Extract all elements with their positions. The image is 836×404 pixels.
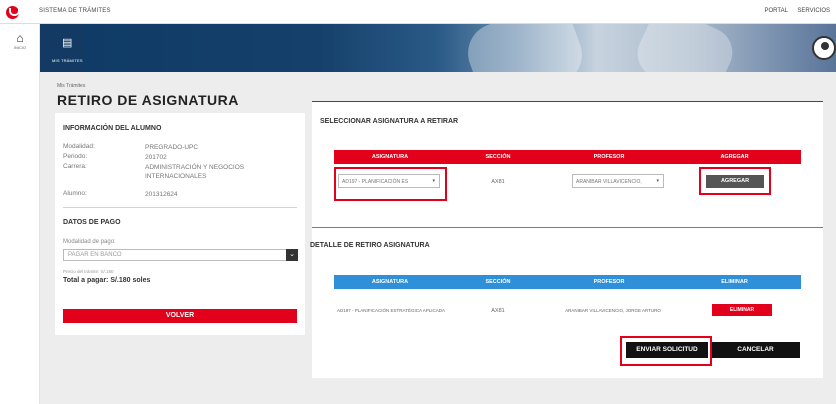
col-section: SECCIÓN xyxy=(446,275,550,289)
student-info-panel: INFORMACIÓN DEL ALUMNO Modalidad: PREGRA… xyxy=(55,113,305,335)
col-professor: PROFESOR xyxy=(550,150,668,164)
remove-button[interactable]: ELIMINAR xyxy=(712,304,772,316)
upc-logo-icon[interactable] xyxy=(6,6,20,19)
banner-image-accent xyxy=(629,24,741,72)
top-bar: SISTEMA DE TRÁMITES PORTAL SERVICIOS xyxy=(0,0,836,24)
payment-mode-value: PAGAR EN BANCO xyxy=(68,252,122,258)
section-value: AX81 xyxy=(491,179,505,185)
select-course-heading: SELECCIONAR ASIGNATURA A RETIRAR xyxy=(320,118,459,125)
row-section: AX81 xyxy=(491,308,505,314)
detail-heading: DETALLE DE RETIRO ASIGNATURA xyxy=(310,242,430,249)
divider xyxy=(63,207,297,208)
top-links: PORTAL SERVICIOS xyxy=(757,8,830,14)
document-icon: ▤ xyxy=(62,37,73,49)
field-value: 201312624 xyxy=(145,191,178,198)
my-procedures-label: MIS TRÁMITES xyxy=(52,58,83,63)
total-to-pay: Total a pagar: S/.180 soles xyxy=(63,277,151,284)
col-professor: PROFESOR xyxy=(550,275,668,289)
section-divider xyxy=(312,227,823,228)
col-course: ASIGNATURA xyxy=(334,275,446,289)
left-rail: ⌂ INICIO xyxy=(0,24,40,404)
student-info-heading: INFORMACIÓN DEL ALUMNO xyxy=(63,125,162,132)
chevron-down-icon: ⌄ xyxy=(286,249,298,261)
col-remove: ELIMINAR xyxy=(668,275,801,289)
system-title: SISTEMA DE TRÁMITES xyxy=(39,8,111,14)
row-professor: ARANIBAR VILLAVICENCIO, JORGE ARTURO xyxy=(565,308,661,313)
procedure-price: Precio del trámite: S/.180 xyxy=(63,269,114,274)
field-value: PREGRADO-UPC xyxy=(145,144,199,151)
home-icon: ⌂ xyxy=(16,31,24,45)
professor-select[interactable]: ARANIBAR VILLAVICENCIO, ▾ xyxy=(572,174,664,188)
field-label: Modalidad: xyxy=(63,143,95,150)
portal-link[interactable]: PORTAL xyxy=(765,8,788,14)
highlight-add-button xyxy=(699,167,771,195)
payment-heading: DATOS DE PAGO xyxy=(63,219,121,226)
banner-image xyxy=(459,24,591,72)
col-section: SECCIÓN xyxy=(446,150,550,164)
header-banner: ▤ MIS TRÁMITES xyxy=(40,24,836,72)
withdraw-panel: SELECCIONAR ASIGNATURA A RETIRAR ASIGNAT… xyxy=(310,101,823,378)
page-title: RETIRO DE ASIGNATURA xyxy=(57,92,239,108)
field-label: Alumno: xyxy=(63,190,87,197)
field-label: Carrera: xyxy=(63,163,87,170)
col-add: AGREGAR xyxy=(668,150,801,164)
cancel-button[interactable]: CANCELAR xyxy=(711,342,800,358)
home-nav-item[interactable]: ⌂ INICIO xyxy=(12,32,28,54)
breadcrumb[interactable]: Mis Trámites xyxy=(57,83,85,89)
field-label: Periodo: xyxy=(63,153,88,160)
row-course: AD197 - PLANIFICACIÓN ESTRATÉGICA APLICA… xyxy=(337,308,445,313)
highlight-course-select xyxy=(334,167,447,201)
highlight-submit-button xyxy=(620,336,712,366)
back-button[interactable]: VOLVER xyxy=(63,309,297,323)
chevron-down-icon: ▾ xyxy=(656,178,659,184)
home-label: INICIO xyxy=(13,45,27,50)
payment-mode-select[interactable]: PAGAR EN BANCO ⌄ xyxy=(63,249,298,261)
services-link[interactable]: SERVICIOS xyxy=(797,8,830,14)
my-procedures-tile[interactable]: ▤ MIS TRÁMITES xyxy=(40,24,84,72)
field-value: 201702 xyxy=(145,154,167,161)
user-avatar[interactable] xyxy=(812,36,836,60)
field-value: ADMINISTRACIÓN Y NEGOCIOS INTERNACIONALE… xyxy=(145,164,245,180)
payment-mode-label: Modalidad de pago: xyxy=(63,239,116,245)
professor-select-value: ARANIBAR VILLAVICENCIO, xyxy=(576,179,642,185)
col-course: ASIGNATURA xyxy=(334,150,446,164)
